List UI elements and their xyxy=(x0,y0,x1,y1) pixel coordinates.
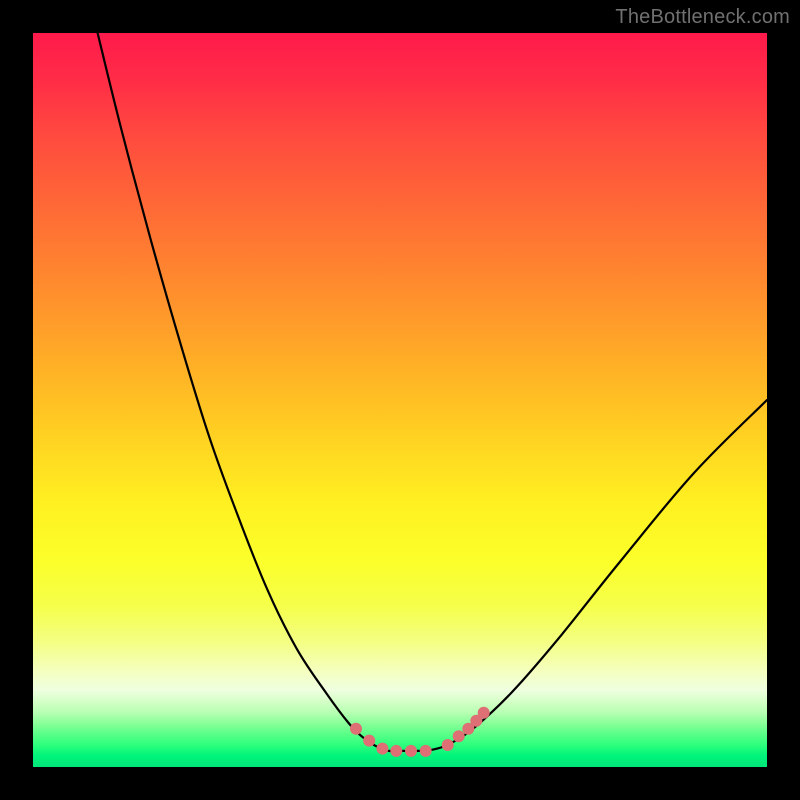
curve-marker xyxy=(376,743,388,755)
curve-marker xyxy=(442,739,454,751)
curve-markers xyxy=(350,707,490,757)
watermark-text: TheBottleneck.com xyxy=(615,6,790,29)
curve-right xyxy=(426,400,767,751)
curve-marker xyxy=(350,723,362,735)
curve-marker xyxy=(405,745,417,757)
curve-marker xyxy=(390,745,402,757)
curve-marker xyxy=(453,730,465,742)
curve-left xyxy=(98,33,426,751)
curve-marker xyxy=(478,707,490,719)
curve-marker xyxy=(420,745,432,757)
curve-marker xyxy=(363,735,375,747)
chart-canvas: TheBottleneck.com xyxy=(0,0,800,800)
plot-area xyxy=(33,33,767,767)
curve-overlay-svg xyxy=(33,33,767,767)
